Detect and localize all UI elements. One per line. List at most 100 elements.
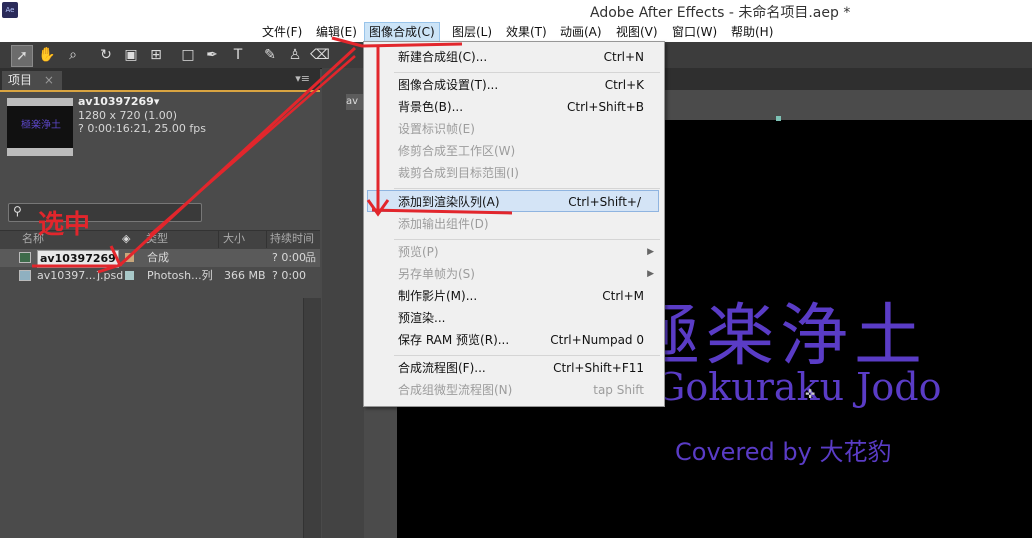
- menu-item-new-composition[interactable]: 新建合成组(C)... Ctrl+N: [364, 46, 664, 68]
- menu-view[interactable]: 视图(V): [612, 23, 662, 41]
- pen-tool-icon[interactable]: ✒: [202, 45, 222, 65]
- camera-tool-icon[interactable]: ▣: [121, 45, 141, 65]
- column-size[interactable]: 大小: [223, 230, 245, 248]
- menu-separator: [394, 355, 660, 356]
- menu-item-mini-flowchart: 合成组微型流程图(N) tap Shift: [364, 379, 664, 401]
- comp-name[interactable]: av10397269▾: [78, 95, 159, 108]
- menu-item-save-frame-as: 另存单帧为(S) ▶: [364, 263, 664, 285]
- menu-item-shortcut: Ctrl+Shift+F11: [553, 361, 644, 375]
- flowchart-icon[interactable]: 品: [305, 249, 316, 267]
- canvas-credit: Covered by 大花豹: [675, 438, 892, 466]
- row-type: 合成: [147, 251, 169, 264]
- menu-item-crop-to-region: 裁剪合成到目标范围(I): [364, 162, 664, 184]
- menu-item-preview: 预览(P) ▶: [364, 241, 664, 263]
- menu-item-trim-to-work-area: 修剪合成至工作区(W): [364, 140, 664, 162]
- composition-menu-dropdown: 新建合成组(C)... Ctrl+N 图像合成设置(T)... Ctrl+K 背…: [363, 41, 665, 407]
- menu-item-label: 合成组微型流程图(N): [398, 383, 513, 397]
- thumbnail-title: 極楽浄土: [21, 120, 61, 131]
- menu-separator: [394, 72, 660, 73]
- menu-item-background-color[interactable]: 背景色(B)... Ctrl+Shift+B: [364, 96, 664, 118]
- text-tool-icon[interactable]: T: [228, 45, 248, 65]
- row-type: Photosh...列: [147, 269, 213, 282]
- rotate-tool-icon[interactable]: ↻: [96, 45, 116, 65]
- menu-edit[interactable]: 编辑(E): [312, 23, 361, 41]
- menu-item-add-output-module: 添加输出组件(D): [364, 213, 664, 235]
- menu-item-label: 保存 RAM 预览(R)...: [398, 333, 510, 347]
- menu-item-label: 预渲染...: [398, 311, 446, 325]
- menu-item-composition-flowchart[interactable]: 合成流程图(F)... Ctrl+Shift+F11: [364, 357, 664, 379]
- canvas-title-romaji: Gokuraku Jodo: [655, 365, 942, 409]
- comp-resolution: 1280 x 720 (1.00): [78, 109, 178, 122]
- row-name: av10397...].psd: [37, 269, 124, 282]
- zoom-tool-icon[interactable]: ⌕: [63, 45, 83, 65]
- menu-item-set-poster-frame: 设置标识帧(E): [364, 118, 664, 140]
- menu-file[interactable]: 文件(F): [258, 23, 306, 41]
- menu-item-label: 添加到渲染队列(A): [398, 195, 500, 209]
- title-bar: Ae Adobe After Effects - 未命名项目.aep *: [0, 0, 1032, 23]
- menu-item-label: 合成流程图(F)...: [398, 361, 486, 375]
- row-duration: ? 0:00: [272, 269, 307, 282]
- menu-separator: [394, 239, 660, 240]
- column-divider: [218, 230, 219, 248]
- anchor-point-icon[interactable]: ✜: [805, 387, 815, 401]
- menu-item-label: 修剪合成至工作区(W): [398, 144, 516, 158]
- menu-layer[interactable]: 图层(L): [448, 23, 496, 41]
- menu-effect[interactable]: 效果(T): [502, 23, 551, 41]
- menu-item-composition-settings[interactable]: 图像合成设置(T)... Ctrl+K: [364, 74, 664, 96]
- layer-handle[interactable]: [776, 116, 781, 121]
- menu-item-label: 图像合成设置(T)...: [398, 78, 499, 92]
- menu-item-label: 制作影片(M)...: [398, 289, 478, 303]
- menu-composition[interactable]: 图像合成(C): [364, 22, 440, 42]
- menu-item-label: 添加输出组件(D): [398, 217, 489, 231]
- menu-item-shortcut: Ctrl+Numpad 0: [550, 333, 644, 347]
- menu-separator: [394, 188, 660, 189]
- table-row[interactable]: av10397...].psd Photosh...列 366 MB ? 0:0…: [0, 267, 320, 285]
- column-divider: [266, 230, 267, 248]
- menu-item-shortcut: Ctrl+Shift+/: [568, 195, 641, 209]
- menu-item-make-movie[interactable]: 制作影片(M)... Ctrl+M: [364, 285, 664, 307]
- menu-window[interactable]: 窗口(W): [668, 23, 721, 41]
- composition-icon: [19, 252, 31, 263]
- close-icon[interactable]: ×: [44, 73, 54, 87]
- clone-stamp-tool-icon[interactable]: ♙: [285, 45, 305, 65]
- menu-item-shortcut: Ctrl+K: [604, 78, 644, 92]
- menu-bar: 文件(F) 编辑(E) 图像合成(C) 图层(L) 效果(T) 动画(A) 视图…: [0, 22, 1032, 42]
- hand-tool-icon[interactable]: ✋: [37, 45, 57, 65]
- menu-item-shortcut: Ctrl+N: [603, 50, 644, 64]
- row-name: av10397269: [37, 250, 119, 268]
- menu-item-save-ram-preview[interactable]: 保存 RAM 预览(R)... Ctrl+Numpad 0: [364, 329, 664, 351]
- menu-item-shortcut: tap Shift: [593, 383, 644, 397]
- after-effects-app-icon: Ae: [2, 2, 18, 18]
- table-row[interactable]: av10397269 合成 ? 0:00 品: [0, 249, 320, 268]
- label-column-tag-icon[interactable]: ◈: [122, 230, 130, 248]
- menu-item-label: 背景色(B)...: [398, 100, 464, 114]
- menu-item-pre-render[interactable]: 预渲染...: [364, 307, 664, 329]
- project-panel: 项目 × ▾≡ 極楽浄土 av10397269▾ 1280 x 720 (1.0…: [0, 68, 321, 538]
- project-tab-label: 项目: [8, 73, 33, 87]
- tab-project[interactable]: 项目 ×: [2, 71, 62, 90]
- psd-sequence-icon: [19, 270, 31, 281]
- selection-tool-icon[interactable]: ➚: [11, 45, 33, 67]
- annotation-select-label: 选中: [38, 210, 91, 240]
- row-duration: ? 0:00: [272, 251, 307, 264]
- pan-behind-tool-icon[interactable]: ⊞: [146, 45, 166, 65]
- search-icon: ⚲: [13, 204, 22, 218]
- brush-tool-icon[interactable]: ✎: [260, 45, 280, 65]
- menu-item-label: 裁剪合成到目标范围(I): [398, 166, 519, 180]
- column-type[interactable]: 类型: [146, 230, 168, 248]
- column-duration[interactable]: 持续时间: [270, 230, 314, 248]
- menu-item-shortcut: Ctrl+M: [602, 289, 644, 303]
- rectangle-tool-icon[interactable]: □: [178, 45, 198, 65]
- label-color-chip[interactable]: [125, 271, 134, 280]
- eraser-tool-icon[interactable]: ⌫: [310, 45, 330, 65]
- menu-item-label: 设置标识帧(E): [398, 122, 475, 136]
- menu-item-add-to-render-queue[interactable]: 添加到渲染队列(A) Ctrl+Shift+/: [367, 190, 659, 212]
- label-color-chip[interactable]: [125, 253, 134, 262]
- menu-help[interactable]: 帮助(H): [727, 23, 777, 41]
- project-tab-bar: 项目 × ▾≡: [0, 68, 320, 92]
- menu-animation[interactable]: 动画(A): [556, 23, 606, 41]
- project-scrollbar[interactable]: [303, 298, 321, 538]
- submenu-arrow-icon: ▶: [647, 247, 654, 257]
- menu-item-shortcut: Ctrl+Shift+B: [567, 100, 644, 114]
- panel-menu-icon[interactable]: ▾≡: [295, 72, 310, 85]
